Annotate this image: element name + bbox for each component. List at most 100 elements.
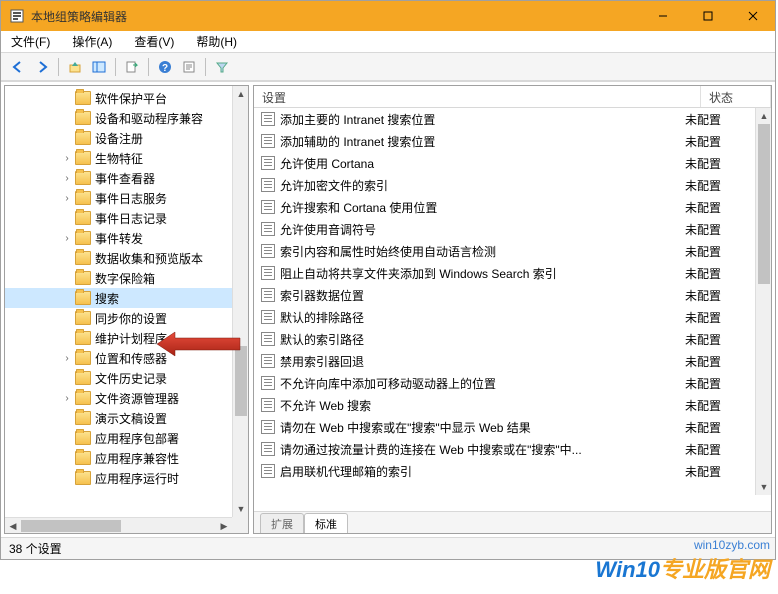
tab-extended[interactable]: 扩展 — [260, 513, 304, 534]
folder-icon — [75, 451, 91, 465]
scroll-up-icon[interactable]: ▲ — [233, 86, 249, 102]
details-panel: 设置 状态 添加主要的 Intranet 搜索位置未配置添加辅助的 Intran… — [253, 85, 772, 534]
tree-horizontal-scrollbar[interactable]: ◀ ▶ — [5, 517, 232, 533]
menu-file[interactable]: 文件(F) — [7, 31, 54, 52]
up-level-button[interactable] — [64, 56, 86, 78]
scroll-down-icon[interactable]: ▼ — [756, 479, 771, 495]
policy-name: 允许使用 Cortana — [280, 155, 685, 172]
policy-row[interactable]: 请勿通过按流量计费的连接在 Web 中搜索或在"搜索"中...未配置 — [254, 438, 755, 460]
policy-icon — [260, 463, 276, 479]
scroll-up-icon[interactable]: ▲ — [756, 108, 771, 124]
menu-view[interactable]: 查看(V) — [130, 31, 178, 52]
policy-row[interactable]: 不允许 Web 搜索未配置 — [254, 394, 755, 416]
policy-row[interactable]: 默认的排除路径未配置 — [254, 306, 755, 328]
folder-icon — [75, 431, 91, 445]
scroll-thumb[interactable] — [21, 520, 121, 532]
policy-row[interactable]: 允许使用音调符号未配置 — [254, 218, 755, 240]
scroll-thumb[interactable] — [758, 124, 770, 284]
policy-row[interactable]: 请勿在 Web 中搜索或在"搜索"中显示 Web 结果未配置 — [254, 416, 755, 438]
tree-item[interactable]: ›位置和传感器 — [5, 348, 232, 368]
policy-row[interactable]: 允许加密文件的索引未配置 — [254, 174, 755, 196]
expand-icon[interactable]: › — [61, 393, 73, 404]
policy-row[interactable]: 不允许向库中添加可移动驱动器上的位置未配置 — [254, 372, 755, 394]
minimize-button[interactable] — [640, 1, 685, 31]
tree-item[interactable]: 事件日志记录 — [5, 208, 232, 228]
tree-item-label: 软件保护平台 — [95, 90, 167, 107]
tree-vertical-scrollbar[interactable]: ▲ ▼ — [232, 86, 248, 517]
scroll-thumb[interactable] — [235, 346, 247, 416]
scroll-right-icon[interactable]: ▶ — [216, 518, 232, 534]
tree-item-label: 生物特征 — [95, 150, 143, 167]
help-button[interactable]: ? — [154, 56, 176, 78]
list-scroll-area[interactable]: 添加主要的 Intranet 搜索位置未配置添加辅助的 Intranet 搜索位… — [254, 108, 755, 511]
tree-item[interactable]: 应用程序运行时 — [5, 468, 232, 488]
policy-icon — [260, 287, 276, 303]
tree-item-label: 事件日志服务 — [95, 190, 167, 207]
list-vertical-scrollbar[interactable]: ▲ ▼ — [755, 108, 771, 495]
tab-standard[interactable]: 标准 — [304, 513, 348, 534]
policy-row[interactable]: 默认的索引路径未配置 — [254, 328, 755, 350]
policy-row[interactable]: 索引器数据位置未配置 — [254, 284, 755, 306]
expand-icon[interactable]: › — [61, 173, 73, 184]
tree-item[interactable]: 同步你的设置 — [5, 308, 232, 328]
policy-icon — [260, 441, 276, 457]
tree-item[interactable]: 设备注册 — [5, 128, 232, 148]
expand-icon[interactable]: › — [61, 193, 73, 204]
folder-icon — [75, 131, 91, 145]
tree-item[interactable]: 设备和驱动程序兼容 — [5, 108, 232, 128]
policy-row[interactable]: 添加辅助的 Intranet 搜索位置未配置 — [254, 130, 755, 152]
filter-button[interactable] — [211, 56, 233, 78]
policy-row[interactable]: 允许使用 Cortana未配置 — [254, 152, 755, 174]
policy-row[interactable]: 阻止自动将共享文件夹添加到 Windows Search 索引未配置 — [254, 262, 755, 284]
tree-item[interactable]: 应用程序包部署 — [5, 428, 232, 448]
tree-item[interactable]: 文件历史记录 — [5, 368, 232, 388]
show-hide-tree-button[interactable] — [88, 56, 110, 78]
tree-item[interactable]: 数据收集和预览版本 — [5, 248, 232, 268]
tree-scroll-area[interactable]: 软件保护平台设备和驱动程序兼容设备注册›生物特征›事件查看器›事件日志服务事件日… — [5, 86, 232, 517]
export-button[interactable] — [121, 56, 143, 78]
tree-item-label: 搜索 — [95, 290, 119, 307]
nav-back-button[interactable] — [7, 56, 29, 78]
svg-text:?: ? — [162, 63, 168, 74]
tree-item[interactable]: 维护计划程序 — [5, 328, 232, 348]
tree-item-label: 事件日志记录 — [95, 210, 167, 227]
tree-item-label: 设备和驱动程序兼容 — [95, 110, 203, 127]
tree-item[interactable]: 数字保险箱 — [5, 268, 232, 288]
tree-item[interactable]: › 事件日志服务 — [5, 188, 232, 208]
tree-item[interactable]: › 生物特征 — [5, 148, 232, 168]
tree-item[interactable]: 软件保护平台 — [5, 88, 232, 108]
folder-icon — [75, 231, 91, 245]
maximize-button[interactable] — [685, 1, 730, 31]
column-status[interactable]: 状态 — [701, 86, 771, 107]
policy-row[interactable]: 允许搜索和 Cortana 使用位置未配置 — [254, 196, 755, 218]
nav-forward-button[interactable] — [31, 56, 53, 78]
expand-icon[interactable]: › — [61, 353, 73, 364]
policy-name: 索引器数据位置 — [280, 287, 685, 304]
tree-item[interactable]: ›事件查看器 — [5, 168, 232, 188]
folder-icon — [75, 411, 91, 425]
policy-status: 未配置 — [685, 111, 755, 128]
expand-icon[interactable]: › — [61, 153, 73, 164]
tree-item[interactable]: ›文件资源管理器 — [5, 388, 232, 408]
policy-name: 添加辅助的 Intranet 搜索位置 — [280, 133, 685, 150]
menu-help[interactable]: 帮助(H) — [192, 31, 241, 52]
tree-item[interactable]: ›事件转发 — [5, 228, 232, 248]
folder-icon — [75, 111, 91, 125]
menu-action[interactable]: 操作(A) — [68, 31, 116, 52]
column-setting[interactable]: 设置 — [254, 86, 701, 107]
policy-status: 未配置 — [685, 397, 755, 414]
policy-row[interactable]: 禁用索引器回退未配置 — [254, 350, 755, 372]
close-button[interactable] — [730, 1, 775, 31]
policy-row[interactable]: 启用联机代理邮箱的索引未配置 — [254, 460, 755, 482]
folder-icon — [75, 91, 91, 105]
properties-button[interactable] — [178, 56, 200, 78]
tree-panel: 软件保护平台设备和驱动程序兼容设备注册›生物特征›事件查看器›事件日志服务事件日… — [4, 85, 249, 534]
scroll-down-icon[interactable]: ▼ — [233, 501, 249, 517]
scroll-left-icon[interactable]: ◀ — [5, 518, 21, 534]
tree-item[interactable]: 应用程序兼容性 — [5, 448, 232, 468]
policy-row[interactable]: 索引内容和属性时始终使用自动语言检测未配置 — [254, 240, 755, 262]
policy-row[interactable]: 添加主要的 Intranet 搜索位置未配置 — [254, 108, 755, 130]
tree-item[interactable]: 搜索 — [5, 288, 232, 308]
expand-icon[interactable]: › — [61, 233, 73, 244]
tree-item[interactable]: 演示文稿设置 — [5, 408, 232, 428]
